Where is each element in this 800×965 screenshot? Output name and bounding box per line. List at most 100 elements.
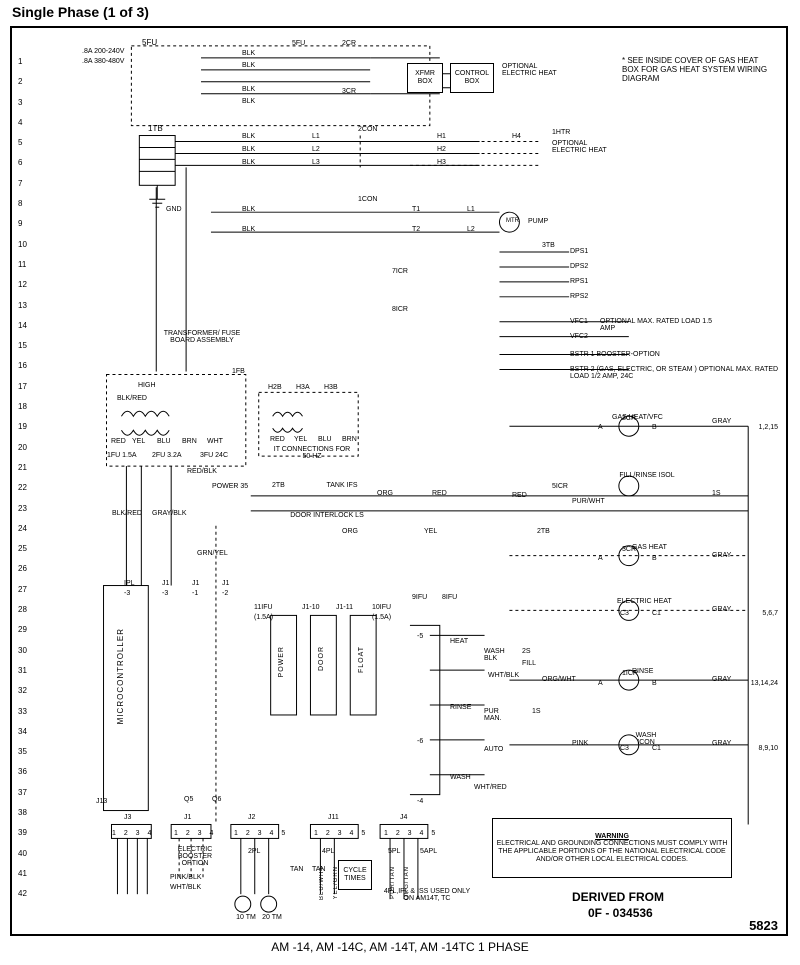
bstr1: BSTR 1 BOOSTER-OPTION [570,351,770,358]
fuse-5fu-b: .8A 380-480V [82,58,124,65]
gray-4: GRAY [712,676,731,683]
w-c3: C3 [620,745,629,752]
drawing-sn: 5823 [749,918,778,933]
rinse-box: RINSE [450,704,471,711]
rownum: 13 [18,296,27,316]
bstr2: BSTR 2 (GAS, ELECTRIC, OR STEAM ) OPTION… [570,366,780,380]
gray-5: GRAY [712,740,731,747]
rownum: 12 [18,275,27,295]
fill: FILL [522,660,536,667]
rownum: 24 [18,519,27,539]
gray-2: GRAY [712,552,731,559]
auto: AUTO [484,746,503,753]
row33-right: 13,14,24 [751,680,778,687]
rownum: 14 [18,316,27,336]
rownum: 16 [18,356,27,376]
j11c: 1 2 3 4 5 [314,830,368,837]
caption: AM -14, AM -14C, AM -14T, AM -14TC 1 PHA… [0,940,800,954]
wash-blk: WASH BLK [484,648,514,662]
rownum: 32 [18,681,27,701]
rownum: 36 [18,762,27,782]
ifu8: 8IFU [442,594,457,601]
j2c: 1 2 3 4 5 [234,830,288,837]
rownum: 2 [18,72,27,92]
blk-wht: WHT/BLK [488,672,518,679]
derived-from-label: DERIVED FROM [572,890,664,904]
fb1: 1FB [232,368,245,375]
blk-3: BLK [242,86,255,93]
gh-3cr: 3CR [622,546,636,553]
ifu9: 9IFU [412,594,427,601]
j110: J1-10 [302,604,320,611]
rownum: 27 [18,580,27,600]
fuse-5fu: 5FU [142,38,157,47]
tb2: 2TB [272,482,285,489]
gh-b: B [652,555,657,562]
pink: PINK [572,740,588,747]
l2: L2 [312,146,320,153]
rownum: 29 [18,620,27,640]
org-1: ORG [377,490,393,497]
blu-tx: BLU [157,438,171,445]
vfc1-note: OPTIONAL MAX. RATED LOAD 1.5 AMP [600,318,720,332]
rps2: RPS2 [570,293,588,300]
cr2: 2CR [342,40,356,47]
gnd: GND [166,206,182,213]
brn-it: BRN [342,436,357,443]
r21-2cr: 2CR [622,415,636,422]
grn-yel: GRN/YEL [197,550,228,557]
rownum: 25 [18,539,27,559]
control-box: CONTROL BOX [450,63,494,93]
rownum: 31 [18,661,27,681]
gray-blk: GRAY/BLK [152,510,182,517]
page-title: Single Phase (1 of 3) [12,4,149,20]
blk-red-drop: BLK/RED [112,510,142,517]
h3a: H3A [296,384,310,391]
ifu11a: (1.5A) [254,614,273,621]
j4: J4 [400,814,407,821]
it-conn-label: IT CONNECTIONS FOR 50 HZ [272,446,352,460]
blk-l3: BLK [242,159,255,166]
derived-from-value: 0F - 034536 [588,906,653,920]
vfc2: VFC2 [570,333,588,340]
tank-ifs: TANK IFS [322,482,362,489]
rownum: 41 [18,864,27,884]
j3: J3 [124,814,131,821]
pl4-note: 4PL,IPL & ISS USED ONLY ON AM14T, TC [382,888,472,902]
rownum: 8 [18,194,27,214]
schematic-frame: 1 2 3 4 5 6 7 8 9 10 11 12 13 14 15 16 1… [10,26,788,936]
q6: Q6 [212,796,221,803]
rownum: 39 [18,823,27,843]
t2: T2 [412,226,420,233]
fuse-5fu-2: 5FU [292,40,305,47]
float-box: FLOAT [358,646,365,673]
tb2-2: 2TB [537,528,550,535]
rownum: 37 [18,783,27,803]
pink-blk: PINK/BLK [170,874,202,881]
pl5a: 5APL [420,848,437,855]
ifu324: 3FU 24C [200,452,228,459]
rownum: 11 [18,255,27,275]
con2: 2CON [358,126,377,133]
power35: POWER 35 [212,483,248,490]
blu-wht: BLU/WHT [319,866,325,900]
rownum: 21 [18,458,27,478]
elec-heat: ELECTRIC HEAT [617,598,672,605]
isol: 1S [712,490,721,497]
eh-c3: C3 [620,610,629,617]
red-tx: RED [111,438,126,445]
j1: J1 [184,814,191,821]
elec-booster: ELECTRIC BOOSTER OPTION [170,846,220,867]
rps1: RPS1 [570,278,588,285]
transformer-label: TRANSFORMER/ FUSE BOARD ASSEMBLY [162,330,242,344]
blk-red: BLK/RED [117,395,147,402]
gas-heat: GAS HEAT [632,544,667,551]
h2: H2 [437,146,446,153]
row-numbers-left: 1 2 3 4 5 6 7 8 9 10 11 12 13 14 15 16 1… [18,52,27,904]
blk-1: BLK [242,50,255,57]
r-a: A [598,680,603,687]
rownum: 22 [18,478,27,498]
microcontroller: MICROCONTROLLER [116,628,125,724]
ifu10: 10IFU [372,604,391,611]
htr1: 1HTR [552,129,570,136]
